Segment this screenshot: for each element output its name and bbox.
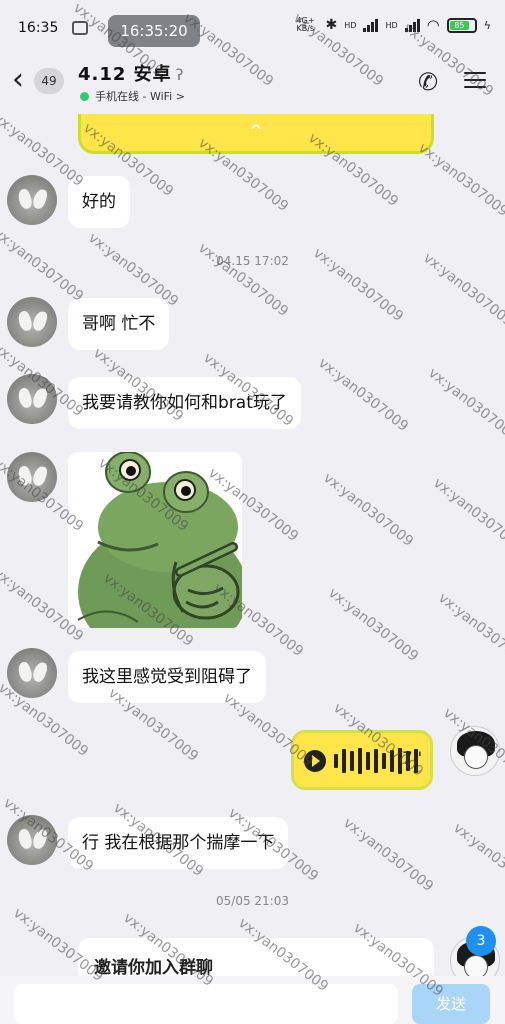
message-bubble[interactable]: 我要请教你如何和brat玩了 [68, 377, 301, 429]
watermark-text: vx:yan0307009 [430, 475, 505, 555]
watermark-text: vx:yan0307009 [325, 585, 422, 665]
watermark-text: vx:yan0307009 [340, 815, 437, 895]
hd-label-2: HD [385, 20, 398, 30]
send-button[interactable]: 发送 [412, 984, 490, 1024]
contact-avatar[interactable] [7, 297, 57, 347]
message-text: 哥啊 忙不 [82, 314, 156, 334]
battery-icon: 85 [446, 17, 477, 33]
notification-badge[interactable]: 3 [466, 926, 496, 956]
frog-sticker-drawing [68, 452, 242, 628]
screen-record-timer: 16:35:20 [108, 15, 200, 47]
timestamp: 05/05 21:03 [216, 894, 289, 908]
frog-sticker-image[interactable] [68, 452, 242, 628]
voice-duration: 7'' [402, 749, 423, 769]
message-text: 我要请教你如何和brat玩了 [82, 393, 287, 413]
watermark-text: vx:yan0307009 [425, 365, 505, 445]
chat-title-text: 4.12 安卓 [78, 64, 172, 85]
status-icons: 4G+ KB/s ✱ HD HD ◠ 85 ϟ [297, 16, 491, 34]
contact-avatar[interactable] [7, 815, 57, 865]
network-speed: 4G+ KB/s [296, 16, 315, 33]
battery-level: 85 [449, 20, 469, 30]
menu-icon[interactable] [464, 72, 486, 93]
contact-avatar[interactable] [7, 175, 57, 225]
ear-icon: ʔ [175, 66, 185, 84]
notification-icon [72, 21, 88, 35]
watermark-text: vx:yan0307009 [435, 590, 505, 670]
my-avatar[interactable] [450, 726, 500, 776]
contact-avatar[interactable] [7, 452, 57, 502]
online-status[interactable]: 手机在线 - WiFi > [80, 88, 185, 104]
watermark-text: vx:yan0307009 [320, 470, 417, 550]
contact-avatar[interactable] [7, 374, 57, 424]
timestamp: 04.15 17:02 [216, 254, 289, 268]
status-time: 16:35 [18, 20, 59, 36]
signal-icon-1 [363, 18, 379, 32]
contact-avatar[interactable] [7, 648, 57, 698]
message-bubble[interactable]: 好的 [68, 176, 130, 228]
message-bubble[interactable]: 我这里感觉受到阻碍了 [68, 651, 266, 703]
back-arrow-icon[interactable]: ‹ [12, 62, 24, 97]
message-input[interactable] [14, 984, 398, 1024]
voice-message-bubble[interactable]: 7'' [291, 730, 433, 790]
watermark-text: vx:yan0307009 [415, 140, 505, 220]
signal-icon-2 [404, 18, 420, 32]
wifi-icon: ◠ [426, 16, 440, 34]
online-status-text: 手机在线 - WiFi > [95, 90, 185, 103]
pinned-banner[interactable]: ^ [78, 114, 434, 154]
chevron-up-icon: ^ [248, 121, 264, 142]
charging-icon: ϟ [483, 18, 491, 32]
message-bubble[interactable]: 行 我在根据那个揣摩一下 [68, 817, 289, 869]
unread-count-badge[interactable]: 49 [34, 68, 64, 94]
message-text: 我这里感觉受到阻碍了 [82, 667, 252, 687]
watermark-text: vx:yan0307009 [450, 820, 505, 900]
avatar-face [464, 745, 488, 769]
message-text: 行 我在根据那个揣摩一下 [82, 833, 275, 853]
phone-icon[interactable]: ✆ [418, 68, 438, 96]
bluetooth-icon: ✱ [325, 17, 338, 33]
online-dot-icon [80, 91, 89, 101]
message-bubble[interactable]: 哥啊 忙不 [68, 298, 170, 350]
chat-title[interactable]: 4.12 安卓 ʔ [78, 60, 184, 86]
play-icon[interactable] [304, 750, 326, 772]
hd-label-1: HD [344, 20, 357, 30]
message-text: 好的 [82, 192, 116, 212]
input-bar: 发送 [0, 976, 505, 1024]
invite-text: 邀请你加入群聊 [94, 958, 213, 978]
chat-header: ‹ 49 4.12 安卓 ʔ 手机在线 - WiFi > ✆ [0, 52, 505, 114]
watermark-text: vx:yan0307009 [195, 240, 292, 320]
status-bar: 16:35 16:35:20 4G+ KB/s ✱ HD HD ◠ 85 ϟ [0, 0, 505, 52]
watermark-text: vx:yan0307009 [315, 355, 412, 435]
